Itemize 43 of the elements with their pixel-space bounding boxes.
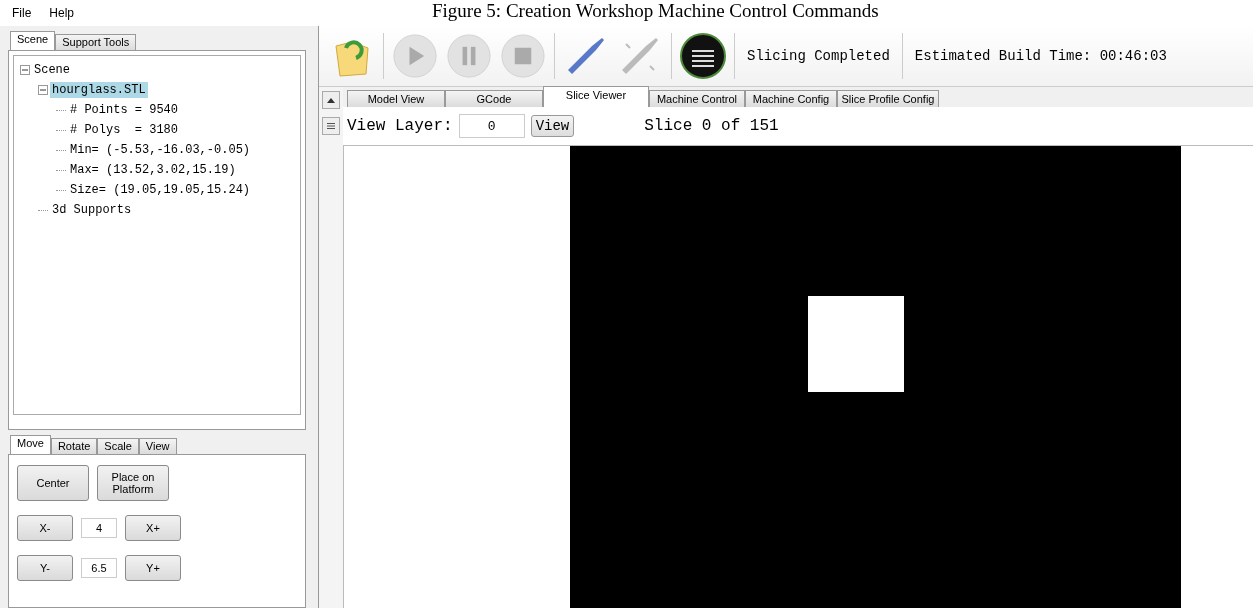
tab[interactable]: Slice Profile Config: [837, 90, 939, 107]
menu-icon: [327, 122, 335, 130]
tab[interactable]: Rotate: [50, 438, 98, 454]
tab[interactable]: Scale: [97, 438, 139, 454]
figure-caption: Figure 5: Creation Workshop Machine Control Commands: [432, 0, 879, 22]
slice-info: Slice 0 of 151: [644, 117, 779, 135]
view-button[interactable]: View: [530, 115, 575, 137]
tab[interactable]: GCode: [445, 90, 543, 107]
minus-button[interactable]: Y-: [17, 555, 73, 581]
collapse-icon[interactable]: [38, 85, 48, 95]
center-button[interactable]: Center: [17, 465, 89, 501]
tab[interactable]: View: [138, 438, 177, 454]
tree-item[interactable]: Min= (-5.53,-16.03,-0.05): [68, 142, 253, 158]
tree-item[interactable]: Size= (19.05,19.05,15.24): [68, 182, 253, 198]
tree-item[interactable]: Scene: [32, 62, 72, 78]
plus-button[interactable]: X+: [125, 515, 181, 541]
tab[interactable]: Machine Control: [649, 90, 745, 107]
tree-item[interactable]: 3d Supports: [50, 202, 134, 218]
tab[interactable]: Support Tools: [55, 34, 137, 50]
layer-field[interactable]: 0: [458, 114, 525, 138]
minus-button[interactable]: X-: [17, 515, 73, 541]
place-on-platform-button[interactable]: Place on Platform: [97, 465, 169, 501]
view-layer-label: View Layer:: [347, 117, 453, 135]
tab[interactable]: Slice Viewer: [543, 86, 649, 107]
tree-item[interactable]: # Polys = 3180: [68, 122, 181, 138]
up-arrow-icon: [327, 97, 335, 103]
plus-button[interactable]: Y+: [125, 555, 181, 581]
tree-item[interactable]: hourglass.STL: [50, 82, 148, 98]
step-field[interactable]: 6.5: [81, 558, 117, 578]
menu-item[interactable]: File: [12, 6, 32, 20]
tab[interactable]: Scene: [10, 31, 56, 50]
status-text: Slicing Completed: [746, 48, 891, 64]
step-field[interactable]: 4: [81, 518, 117, 538]
menu-item[interactable]: Help: [49, 6, 75, 20]
collapse-icon[interactable]: [20, 65, 30, 75]
scroll-up-button[interactable]: [322, 91, 340, 109]
tree-item[interactable]: Max= (13.52,3.02,15.19): [68, 162, 238, 178]
tab[interactable]: Machine Config: [745, 90, 837, 107]
tab[interactable]: Model View: [347, 90, 445, 107]
tab[interactable]: Move: [10, 435, 51, 454]
build-time-text: Estimated Build Time: 00:46:03: [913, 48, 1168, 64]
tree-item[interactable]: # Points = 9540: [68, 102, 181, 118]
menu-button[interactable]: [322, 117, 340, 135]
